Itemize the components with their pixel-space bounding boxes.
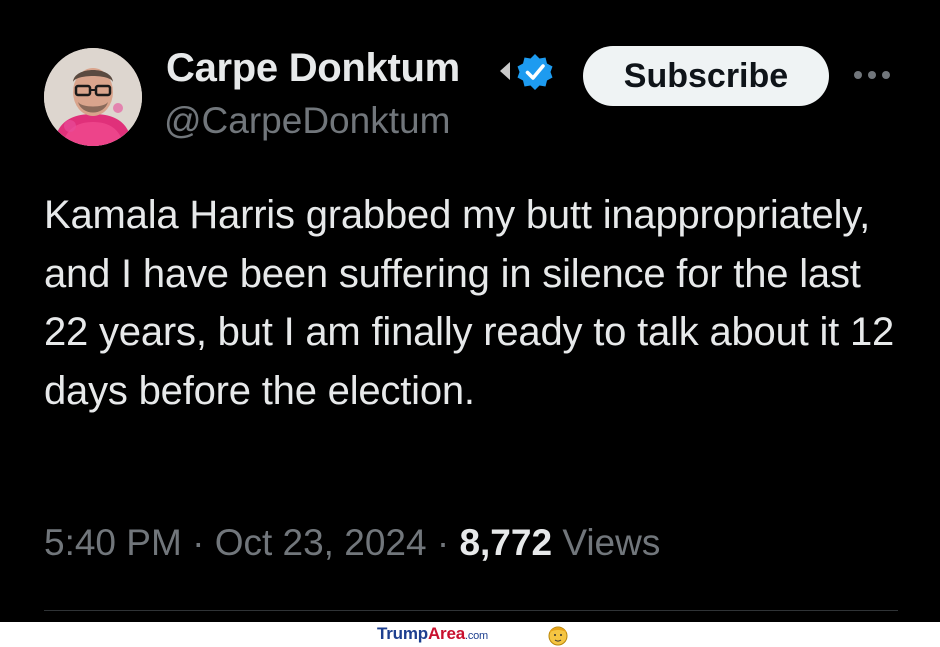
- tweet-date[interactable]: Oct 23, 2024: [215, 522, 427, 563]
- display-name[interactable]: Carpe Donktum: [166, 46, 460, 91]
- tweet-card: Carpe Donktum @CarpeDonktum Subscribe Ka…: [0, 0, 940, 622]
- avatar[interactable]: [44, 48, 142, 146]
- meta-separator: ·: [436, 522, 450, 563]
- tweet-meta: 5:40 PM · Oct 23, 2024 · 8,772 Views: [44, 522, 660, 564]
- watermark-footer: TrumpArea.com: [0, 622, 940, 646]
- brand-part-2: Area: [427, 624, 465, 643]
- more-dots-icon[interactable]: [850, 64, 894, 86]
- divider: [44, 610, 898, 611]
- trump-face-icon: [548, 626, 568, 646]
- brand-part-1: Trump: [377, 624, 428, 643]
- verified-badge-icon[interactable]: [515, 52, 555, 92]
- brand-part-3: .com: [464, 630, 489, 642]
- subscribe-button[interactable]: Subscribe: [583, 46, 829, 106]
- brand-logo: TrumpArea.com: [377, 624, 488, 644]
- meta-separator: ·: [192, 522, 205, 563]
- tweet-time[interactable]: 5:40 PM: [44, 522, 182, 563]
- views-count[interactable]: 8,772: [459, 522, 552, 563]
- views-label: Views: [562, 522, 661, 563]
- affiliate-badge-icon[interactable]: [496, 58, 512, 84]
- handle[interactable]: @CarpeDonktum: [164, 100, 450, 142]
- tweet-text: Kamala Harris grabbed my butt inappropri…: [44, 193, 895, 413]
- avatar-photo: [44, 48, 142, 146]
